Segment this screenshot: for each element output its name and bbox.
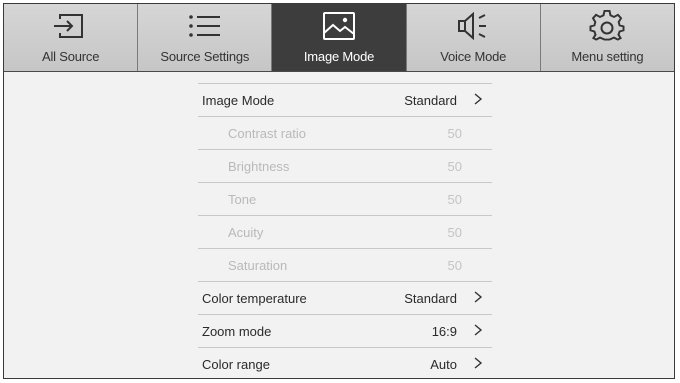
tab-source-settings[interactable]: Source Settings — [138, 4, 273, 71]
image-icon — [319, 10, 359, 42]
chevron-right-icon — [474, 93, 483, 105]
tab-label: Menu setting — [571, 49, 644, 64]
row-label: Saturation — [228, 257, 288, 273]
tone-row: Tone 50 — [198, 183, 492, 216]
row-label: Color temperature — [202, 290, 307, 306]
row-label: Image Mode — [202, 92, 275, 108]
tab-voice-mode[interactable]: Voice Mode — [406, 4, 541, 71]
contrast-ratio-row: Contrast ratio 50 — [198, 117, 492, 150]
tab-label: Voice Mode — [440, 49, 507, 64]
tab-bar: All Source Source Settings Image Mode Vo… — [4, 4, 674, 72]
row-value: Standard — [404, 290, 457, 306]
row-value: 50 — [447, 257, 462, 273]
row-label: Zoom mode — [202, 323, 272, 339]
image-mode-row[interactable]: Image Mode Standard — [198, 84, 492, 117]
color-range-row[interactable]: Color range Auto — [198, 348, 492, 378]
row-value: 50 — [447, 125, 462, 141]
chevron-right-icon — [474, 291, 483, 303]
chevron-right-icon — [474, 324, 483, 336]
input-source-icon — [51, 10, 91, 42]
list-icon — [185, 10, 225, 42]
gear-icon — [587, 10, 627, 42]
brightness-row: Brightness 50 — [198, 150, 492, 183]
row-value: Auto — [430, 356, 457, 372]
row-value: 50 — [447, 191, 462, 207]
row-label: Acuity — [228, 224, 264, 240]
saturation-row: Saturation 50 — [198, 249, 492, 282]
row-value: 50 — [447, 158, 462, 174]
row-label: Contrast ratio — [228, 125, 307, 141]
settings-window: All Source Source Settings Image Mode Vo… — [3, 3, 675, 379]
row-label: Color range — [202, 356, 270, 372]
chevron-right-icon — [474, 357, 483, 369]
tab-label: All Source — [41, 49, 100, 64]
acuity-row: Acuity 50 — [198, 216, 492, 249]
speaker-icon — [453, 10, 493, 42]
settings-list: Image Mode Standard Contrast ratio 50 Br… — [198, 83, 492, 378]
row-value: 16:9 — [431, 323, 457, 339]
zoom-mode-row[interactable]: Zoom mode 16:9 — [198, 315, 492, 348]
row-value: 50 — [447, 224, 462, 240]
row-value: Standard — [404, 92, 457, 108]
row-label: Tone — [228, 191, 257, 207]
tab-image-mode[interactable]: Image Mode — [272, 4, 407, 71]
tab-all-source[interactable]: All Source — [4, 4, 139, 71]
tab-label: Source Settings — [160, 49, 250, 64]
tab-menu-setting[interactable]: Menu setting — [540, 4, 674, 71]
color-temperature-row[interactable]: Color temperature Standard — [198, 282, 492, 315]
row-label: Brightness — [228, 158, 290, 174]
tab-label: Image Mode — [303, 49, 375, 64]
